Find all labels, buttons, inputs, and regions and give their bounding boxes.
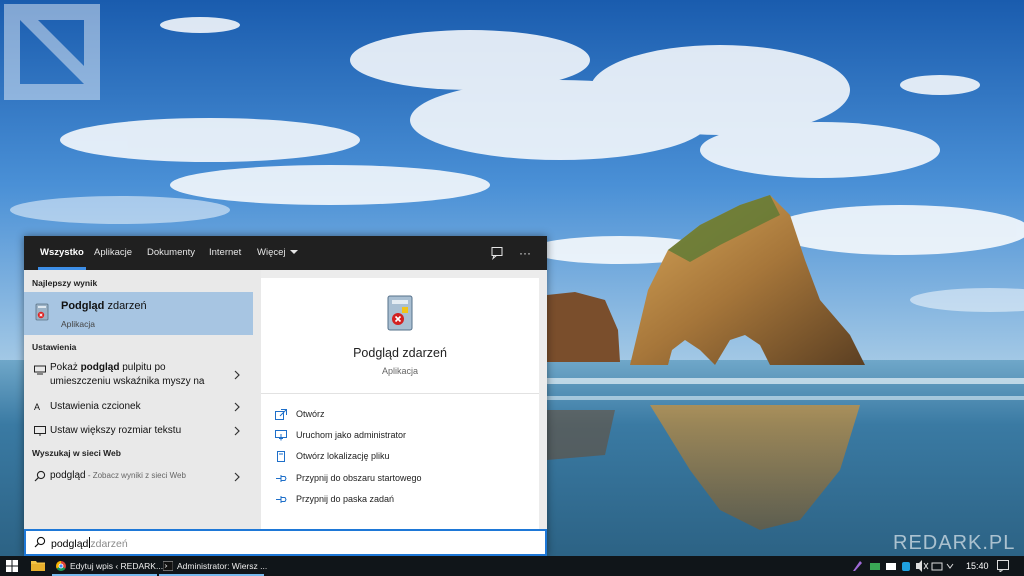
event-viewer-icon [35,303,49,321]
search-icon [34,470,46,482]
pen-icon [853,561,862,571]
settings-heading: Ustawienia [32,342,77,352]
taskbar-app-label: Administrator: Wiersz ... [177,561,268,571]
notifications-icon[interactable] [997,560,1009,572]
taskbar: Edytuj wpis ‹ REDARK... Administrator: W… [0,556,1024,576]
setting-item-text-size[interactable]: Ustaw większy rozmiar tekstu [24,422,253,440]
chevron-down-icon [289,250,298,255]
more-options-icon[interactable]: ··· [517,244,533,262]
setting-item-label: Ustaw większy rozmiar tekstu [50,425,182,436]
setting-item-desktop-peek[interactable]: Pokaż podgląd pulpitu po umieszczeniu wsk… [24,360,253,394]
open-icon [275,409,287,420]
web-search-heading: Wyszukaj w sieci Web [32,448,121,458]
best-match-item[interactable]: Podgląd zdarzeń Aplikacja [24,292,253,335]
setting-item-label: Pokaż podgląd pulpitu po umieszczeniu wsk… [50,362,205,387]
font-icon: A [34,402,41,412]
pin-icon [276,496,287,503]
skype-icon [902,562,910,571]
results-list: Najlepszy wynik Podgląd zdarzeń Aplikacj… [24,270,261,529]
chevron-right-icon [234,370,240,380]
action-label: Otwórz lokalizację pliku [296,451,390,461]
search-query: podgląd zdarzeń [51,537,128,550]
system-tray-icons[interactable] [852,559,956,573]
search-input[interactable]: podgląd zdarzeń [24,529,547,556]
redark-logo-icon [4,4,100,100]
action-label: Przypnij do paska zadań [296,494,395,504]
network-icon [931,562,943,571]
best-match-title: Podgląd zdarzeń [61,300,147,312]
best-match-subtitle: Aplikacja [61,319,96,329]
tab-more-label: Więcej [257,247,286,258]
web-search-label: podgląd - Zobacz wyniki z sieci Web [50,470,186,481]
action-label: Uruchom jako administrator [296,430,407,440]
run-as-admin-icon [275,430,287,441]
search-tabs-bar: Wszystko Aplikacje Dokumenty Internet Wi… [24,236,547,270]
file-explorer-icon[interactable] [31,560,45,571]
feedback-icon[interactable] [489,244,505,262]
pin-icon [276,475,287,482]
chevron-right-icon [234,402,240,412]
chrome-icon [56,561,66,571]
preview-subtitle: Aplikacja [381,366,419,376]
tab-web[interactable]: Internet [209,236,241,270]
result-preview: Podgląd zdarzeń Aplikacja Otwórz Uruchom… [261,278,539,529]
web-search-item[interactable]: podgląd - Zobacz wyniki z sieci Web [24,466,253,486]
setting-item-label: Ustawienia czcionek [50,401,141,412]
search-icon [34,536,46,548]
cmd-icon [163,561,173,571]
action-label: Otwórz [296,409,325,419]
setting-item-fonts[interactable]: A Ustawienia czcionek [24,398,253,416]
action-label: Przypnij do obszaru startowego [296,473,422,483]
search-panel: Wszystko Aplikacje Dokumenty Internet Wi… [24,236,547,556]
tab-more[interactable]: Więcej [257,236,298,270]
nvidia-icon [870,563,880,570]
tab-all[interactable]: Wszystko [38,236,86,270]
taskbar-app-cmd[interactable]: Administrator: Wiersz ... [159,556,268,576]
onedrive-icon [886,563,896,570]
divider [261,393,539,394]
taskbar-app-chrome[interactable]: Edytuj wpis ‹ REDARK... [52,556,163,576]
tab-documents[interactable]: Dokumenty [147,236,195,270]
watermark-text: REDARK.PL [893,532,1016,554]
monitor-icon [34,365,46,375]
preview-title: Podgląd zdarzeń [353,346,447,360]
display-icon [34,426,46,436]
taskbar-app-label: Edytuj wpis ‹ REDARK... [70,561,164,571]
clock[interactable]: 15:40 [966,556,989,576]
chevron-right-icon [234,472,240,482]
best-match-heading: Najlepszy wynik [32,278,98,288]
event-viewer-icon [387,295,413,331]
windows-start-icon[interactable] [6,560,18,572]
chevron-right-icon [234,426,240,436]
tab-apps[interactable]: Aplikacje [94,236,132,270]
volume-icon [916,560,922,572]
file-location-icon [277,451,285,462]
language-icon [946,563,954,569]
search-suggestion: zdarzeń [90,538,128,550]
